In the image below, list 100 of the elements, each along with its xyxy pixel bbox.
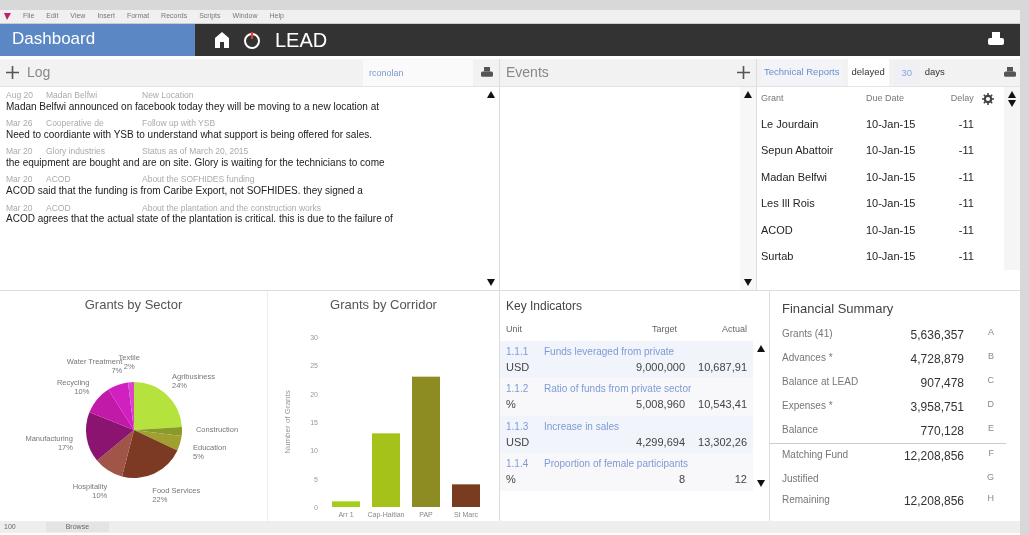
delay-cell: -11	[937, 216, 978, 243]
entry-date: Mar 20	[6, 146, 34, 157]
grant-cell: Les Ill Rois	[757, 190, 862, 217]
summary-value: 907,478	[920, 374, 964, 392]
entry-date: Mar 20	[6, 202, 34, 214]
panel-title: Key Indicators	[505, 298, 584, 315]
column-header: Delay	[937, 87, 978, 111]
unit-cell-text: USD	[506, 359, 531, 375]
summary-label: Expenses *	[782, 398, 833, 413]
scroll-down-icon[interactable]	[744, 279, 752, 286]
date-cell: 10-Jan-15	[861, 190, 938, 217]
column-header: Grant	[757, 87, 862, 111]
power-icon[interactable]	[243, 31, 261, 49]
indicator-code: 1.1.1	[506, 344, 530, 359]
summary-value: 770,128	[920, 422, 964, 440]
bar	[452, 483, 480, 507]
entry-date: Mar 26	[6, 118, 34, 129]
entry-text[interactable]: ACOD agrees that the actual state of the plantation is critical. this is due to the failure of	[6, 213, 477, 226]
summary-label: Remaining	[782, 492, 830, 507]
scroll-down-icon[interactable]	[1008, 100, 1016, 107]
summary-label: Matching Fund	[782, 447, 849, 462]
settings-icon[interactable]	[981, 92, 994, 105]
indicator-title[interactable]: Ratio of funds from private sector	[544, 381, 692, 396]
scroll-down-icon[interactable]	[757, 479, 765, 487]
summary-label: Advances *	[782, 350, 833, 365]
printer-icon[interactable]	[481, 66, 493, 79]
scroll-up-icon[interactable]	[757, 344, 765, 352]
entry-text[interactable]: Need to coordiante with YSB to understand what support is being offered for sales.	[6, 128, 477, 142]
summary-label: Grants (41)	[782, 326, 833, 341]
target-cell-text: 4,299,694	[635, 434, 685, 450]
grant-cell: Le Jourdain	[757, 110, 862, 137]
search-field[interactable]: rconolan	[363, 59, 473, 86]
delay-cell: -11	[937, 243, 978, 270]
panel-title: Financial Summary	[781, 300, 895, 318]
row-letter: C	[986, 373, 994, 387]
grant-cell: Sepun Abattoir	[757, 137, 862, 164]
entry-text[interactable]: Madan Belfwi announced on facebook today they will be moving to a new location at	[6, 100, 477, 114]
filter-label: delayed	[847, 59, 889, 86]
row-letter: E	[987, 421, 994, 435]
date-cell: 10-Jan-15	[861, 216, 938, 243]
target-cell-text: 5,008,960	[635, 397, 685, 412]
summary-value: 4,728,879	[910, 350, 964, 368]
entry-grant: Glory industries	[46, 146, 107, 157]
scroll-up-icon[interactable]	[744, 91, 752, 98]
days-field[interactable]: 30	[893, 61, 920, 84]
grant-cell: Madan Belfwi	[757, 163, 862, 190]
entry-text[interactable]: ACOD said that the funding is from Caribe Export, not SOFHIDES. they signed a	[6, 185, 477, 198]
date-cell: 10-Jan-15	[861, 137, 938, 164]
scroll-up-icon[interactable]	[487, 91, 495, 98]
column-header: Unit	[506, 323, 523, 336]
printer-icon[interactable]	[988, 32, 1004, 48]
chart-title: Grants by Corridor	[329, 296, 438, 314]
actual-cell-text: 13,302,26	[697, 434, 747, 450]
entry-grant: Madan Belfwi	[46, 90, 99, 101]
indicator-title[interactable]: Increase in sales	[544, 418, 620, 434]
events-title: Events	[506, 63, 549, 82]
row-letter: G	[986, 470, 994, 484]
delay-cell: -11	[937, 110, 978, 137]
entry-date: Aug 20	[6, 90, 34, 101]
column-header: Due Date	[861, 87, 938, 111]
actual-cell-text: 12	[733, 472, 747, 487]
row-letter: H	[986, 491, 994, 505]
actual-cell-text: 10,687,91	[697, 359, 747, 375]
date-cell: 10-Jan-15	[861, 110, 938, 137]
row-letter: D	[986, 397, 994, 411]
actual-cell-text: 10,543,41	[697, 397, 747, 412]
chart-title: Grants by Sector	[83, 296, 184, 314]
app-icon	[4, 13, 11, 20]
entry-subject: Follow up with YSB	[142, 118, 216, 129]
scroll-up-icon[interactable]	[1008, 91, 1016, 98]
entry-grant: ACOD	[46, 174, 72, 185]
indicator-code: 1.1.2	[506, 382, 530, 396]
technical-reports-tab[interactable]: Technical Reports	[761, 59, 843, 86]
entry-subject: About the plantation and the construction works	[142, 202, 322, 214]
entry-text[interactable]: the equipment are bought and are on site. Glory is waiting for the technicians to come	[6, 156, 477, 170]
entry-subject: New Location	[142, 90, 194, 101]
summary-label: Balance	[782, 422, 819, 437]
summary-value: 12,208,856	[903, 447, 964, 465]
unit-cell-text: %	[506, 397, 517, 412]
entry-grant: Cooperative de	[46, 118, 105, 129]
organization-name: LEAD	[275, 28, 328, 53]
bar	[332, 500, 360, 507]
indicator-title[interactable]: Proportion of female participants	[544, 456, 688, 471]
entry-grant: ACOD	[46, 202, 71, 214]
summary-label: Justified	[782, 471, 819, 486]
indicator-code: 1.1.4	[506, 457, 530, 471]
unit-cell-text: %	[506, 472, 517, 487]
entry-subject: Status as of March 20, 2015	[142, 146, 249, 157]
indicator-title[interactable]: Funds leveraged from private	[544, 343, 675, 359]
delay-cell: -11	[937, 190, 978, 217]
entry-date: Mar 20	[6, 174, 34, 185]
unit-cell-text: USD	[506, 434, 531, 450]
scroll-down-icon[interactable]	[487, 279, 495, 286]
printer-icon[interactable]	[1004, 66, 1016, 79]
home-icon[interactable]	[215, 32, 229, 48]
dashboard-title: Dashboard	[0, 24, 195, 56]
axis-title: Number of Grants	[283, 389, 292, 454]
add-icon[interactable]	[6, 66, 19, 79]
unit-label: days	[924, 65, 945, 80]
add-icon[interactable]	[737, 66, 750, 79]
